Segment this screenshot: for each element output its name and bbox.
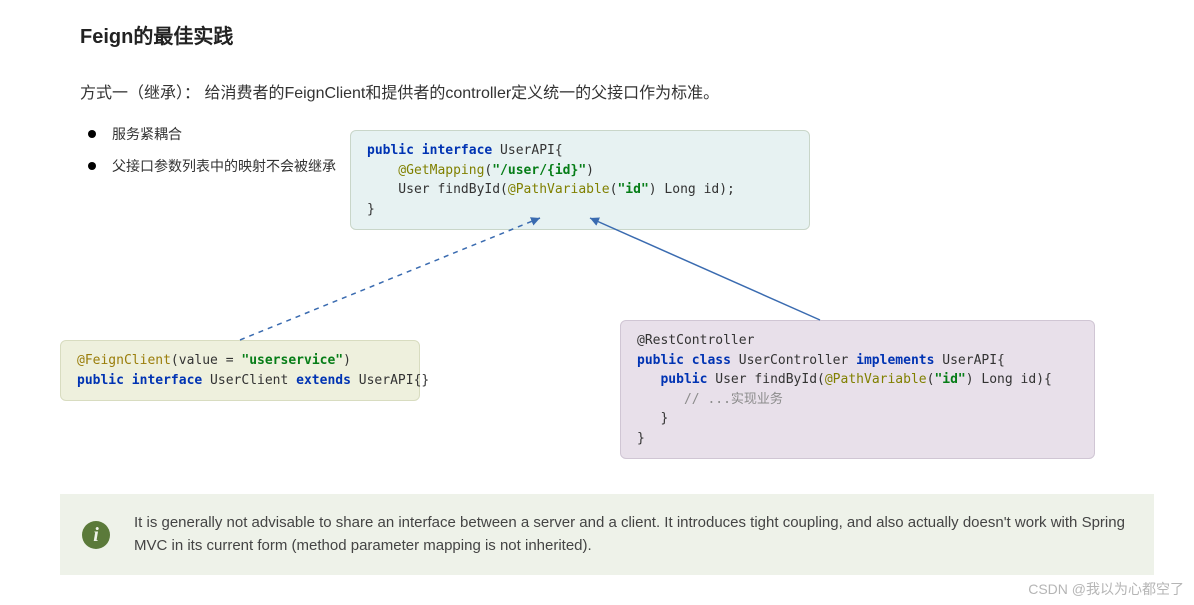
bullet-item: 父接口参数列表中的映射不会被继承 <box>80 155 360 177</box>
code-string: "id" <box>934 372 965 387</box>
code-text: } <box>637 411 668 426</box>
code-text: UserAPI{ <box>492 143 562 158</box>
code-text: UserController <box>731 353 856 368</box>
info-icon: i <box>82 521 110 549</box>
code-annotation: @PathVariable <box>508 182 610 197</box>
code-text: ) Long id); <box>649 182 735 197</box>
code-keyword: implements <box>856 353 934 368</box>
code-text: UserAPI{} <box>351 373 429 388</box>
code-text: ) Long id){ <box>966 372 1052 387</box>
code-text: ) <box>343 353 351 368</box>
code-text: @RestController <box>637 333 754 348</box>
code-text: User findById( <box>367 182 508 197</box>
code-string: "userservice" <box>241 353 343 368</box>
code-box-feignclient: @FeignClient(value = "userservice") publ… <box>60 340 420 401</box>
bullet-list: 服务紧耦合 父接口参数列表中的映射不会被继承 <box>80 123 360 188</box>
code-annotation: @FeignClient <box>77 353 171 368</box>
code-text: } <box>367 202 375 217</box>
code-string: "id" <box>617 182 648 197</box>
code-text: UserClient <box>202 373 296 388</box>
code-box-controller: @RestController public class UserControl… <box>620 320 1095 459</box>
code-annotation: @GetMapping <box>367 163 484 178</box>
code-comment: // ...实现业务 <box>637 392 783 407</box>
watermark: CSDN @我以为心都空了 <box>1028 579 1184 599</box>
code-box-userapi: public interface UserAPI{ @GetMapping("/… <box>350 130 810 230</box>
code-text: } <box>637 431 645 446</box>
bullet-item: 服务紧耦合 <box>80 123 360 145</box>
code-text: (value = <box>171 353 241 368</box>
code-keyword: extends <box>296 373 351 388</box>
code-string: "/user/{id}" <box>492 163 586 178</box>
info-callout: i It is generally not advisable to share… <box>60 494 1154 575</box>
code-annotation: @PathVariable <box>825 372 927 387</box>
connector-line-left <box>240 218 540 340</box>
code-keyword: public class <box>637 353 731 368</box>
connector-line-right <box>590 218 820 320</box>
code-text: UserAPI{ <box>934 353 1004 368</box>
code-keyword: public <box>637 372 707 387</box>
info-text: It is generally not advisable to share a… <box>134 512 1132 557</box>
subtitle: 方式一（继承）： 给消费者的FeignClient和提供者的controller… <box>80 79 1114 103</box>
code-text: User findById( <box>707 372 824 387</box>
page-title: Feign的最佳实践 <box>80 20 1114 49</box>
code-text: ) <box>586 163 594 178</box>
code-keyword: public interface <box>77 373 202 388</box>
code-keyword: public interface <box>367 143 492 158</box>
